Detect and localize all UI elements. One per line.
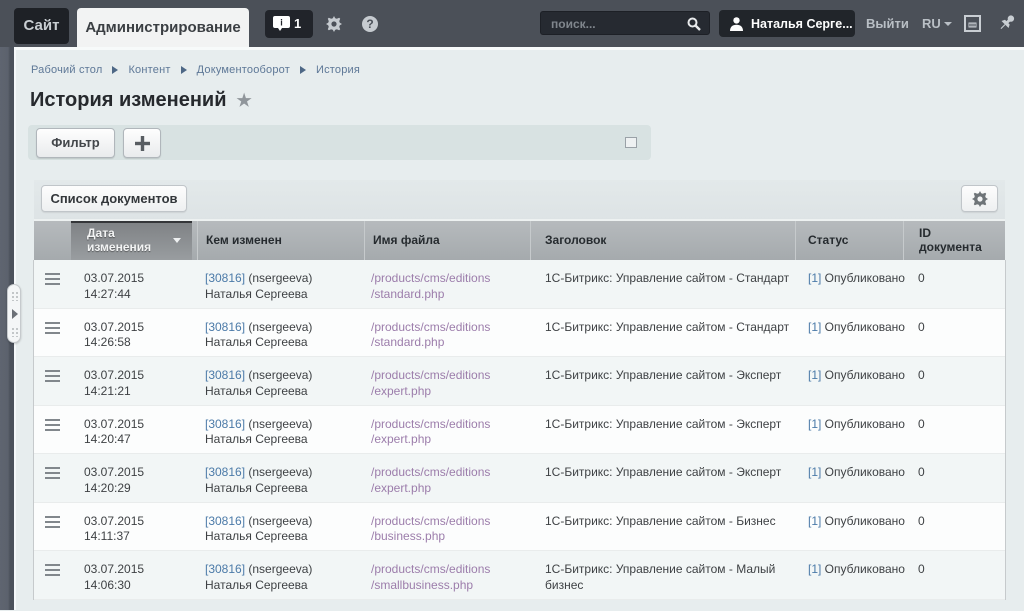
svg-text:i: i xyxy=(280,18,283,28)
